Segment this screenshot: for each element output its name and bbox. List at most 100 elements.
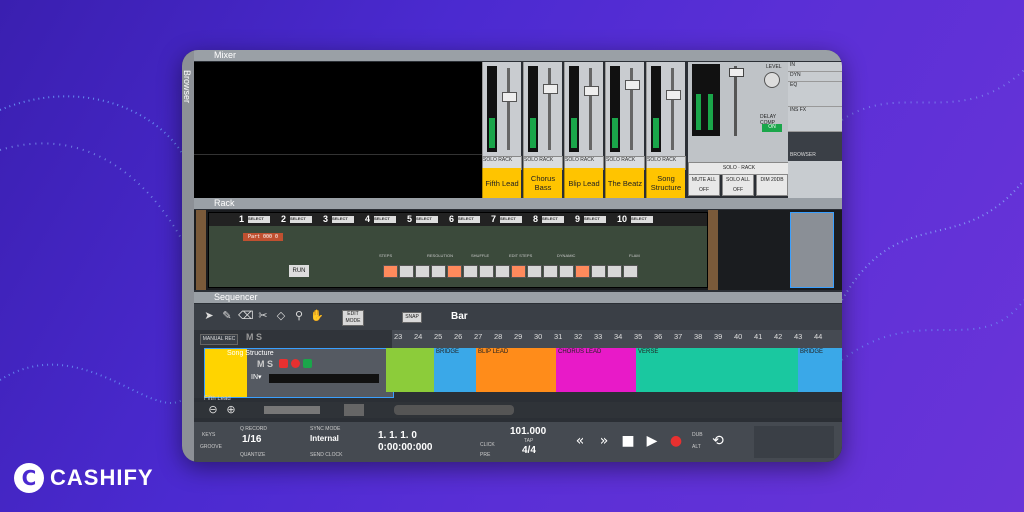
pattern-slot[interactable]: 2 SELECT: [281, 214, 323, 225]
pattern-slot[interactable]: 10 SELECT: [617, 214, 659, 225]
snap-button[interactable]: SNAP: [402, 312, 422, 323]
fast-forward-icon[interactable]: »: [594, 431, 614, 451]
step-button[interactable]: [383, 265, 398, 278]
step-button[interactable]: [447, 265, 462, 278]
click-button[interactable]: CLICK: [480, 442, 495, 448]
channel-label[interactable]: Song Structure: [646, 168, 685, 198]
edit-mode-button[interactable]: EDIT MODE: [342, 310, 364, 326]
groove-button[interactable]: GROOVE: [200, 444, 222, 450]
step-button[interactable]: [511, 265, 526, 278]
pattern-slot[interactable]: 4 SELECT: [365, 214, 407, 225]
q-record-button[interactable]: Q RECORD: [240, 426, 267, 432]
channel-strip[interactable]: [482, 62, 521, 156]
manual-rec-button[interactable]: MANUAL REC: [200, 334, 238, 345]
quantize-value[interactable]: 1/16: [242, 434, 261, 445]
channel-strip[interactable]: [605, 62, 644, 156]
fader-handle[interactable]: [625, 80, 640, 90]
dim-button[interactable]: DIM 20DB: [756, 174, 788, 196]
alt-button[interactable]: ALT: [692, 444, 701, 450]
master-ms[interactable]: M S: [246, 332, 262, 342]
channel-strip[interactable]: [564, 62, 603, 156]
track-mute-solo[interactable]: M S: [257, 359, 273, 369]
arrangement-clip[interactable]: [386, 348, 434, 392]
channel-label[interactable]: The Beatz: [605, 168, 644, 198]
step-button[interactable]: [623, 265, 638, 278]
fit-zoom-button[interactable]: [344, 404, 364, 416]
overview-scroll-thumb[interactable]: [394, 405, 514, 415]
step-button[interactable]: [591, 265, 606, 278]
arrangement-clip[interactable]: CHORUS LEAD: [556, 348, 636, 392]
sync-mode-select[interactable]: Internal: [310, 434, 339, 443]
select-arrow-icon[interactable]: ➤: [202, 309, 216, 323]
play-icon[interactable]: ▶: [642, 431, 662, 451]
zoom-in-icon[interactable]: ⊕: [224, 403, 238, 417]
arrangement-clip[interactable]: BLIP LEAD: [476, 348, 556, 392]
pattern-slot[interactable]: 6 SELECT: [449, 214, 491, 225]
browser-button[interactable]: BROWSER: [788, 152, 842, 161]
run-button[interactable]: RUN: [289, 265, 309, 277]
fx-eq[interactable]: EQ: [788, 82, 842, 107]
step-button[interactable]: [527, 265, 542, 278]
eraser-icon[interactable]: ⌫: [238, 309, 254, 323]
dub-button[interactable]: DUB: [692, 432, 703, 438]
level-knob[interactable]: [764, 72, 780, 88]
fader-handle[interactable]: [502, 92, 517, 102]
step-button[interactable]: [575, 265, 590, 278]
step-button[interactable]: [479, 265, 494, 278]
pre-button[interactable]: PRE: [480, 452, 490, 458]
rack-header[interactable]: Rack: [194, 198, 842, 209]
sequencer-header[interactable]: Sequencer: [194, 292, 842, 303]
browser-sidebar[interactable]: Browser: [182, 50, 194, 462]
fader-handle[interactable]: [666, 90, 681, 100]
arrangement-clip[interactable]: VERSE: [636, 348, 798, 392]
pattern-slot[interactable]: 3 SELECT: [323, 214, 365, 225]
channel-label[interactable]: Blip Lead: [564, 168, 603, 198]
sequencer-scrollbar[interactable]: ⊖ ⊕: [194, 402, 842, 418]
channel-label[interactable]: Chorus Bass: [523, 168, 562, 198]
tempo-display[interactable]: 101.000: [510, 426, 546, 437]
horizontal-zoom-slider[interactable]: [264, 406, 320, 414]
stop-icon[interactable]: ■: [618, 431, 638, 451]
master-fader[interactable]: [729, 68, 744, 77]
zoom-icon[interactable]: ⚲: [292, 309, 306, 323]
pattern-slot[interactable]: 5 SELECT: [407, 214, 449, 225]
step-button[interactable]: [431, 265, 446, 278]
time-signature[interactable]: 4/4: [522, 445, 536, 456]
channel-label[interactable]: Fifth Lead: [482, 168, 521, 198]
record-enable-icon[interactable]: [279, 359, 288, 368]
step-button[interactable]: [399, 265, 414, 278]
fx-dyn[interactable]: DYN: [788, 72, 842, 82]
solo-all-off-button[interactable]: SOLO ALL OFF: [722, 174, 754, 196]
channel-strip[interactable]: [523, 62, 562, 156]
hand-icon[interactable]: ✋: [310, 309, 324, 323]
track-song-structure[interactable]: Song Structure M S IN▾: [204, 348, 394, 398]
pattern-slot[interactable]: 8 SELECT: [533, 214, 575, 225]
song-time[interactable]: 0:00:00:000: [378, 442, 432, 453]
pattern-slot[interactable]: 7 SELECT: [491, 214, 533, 225]
rack-navigator[interactable]: [790, 212, 834, 288]
input-select[interactable]: IN▾: [251, 373, 262, 381]
fader-handle[interactable]: [584, 86, 599, 96]
pattern-slot[interactable]: 1 SELECT: [239, 214, 281, 225]
fx-in[interactable]: IN: [788, 62, 842, 72]
zoom-out-icon[interactable]: ⊖: [206, 403, 220, 417]
step-button[interactable]: [607, 265, 622, 278]
step-button[interactable]: [463, 265, 478, 278]
pencil-icon[interactable]: ✎: [220, 309, 234, 323]
redrum-device[interactable]: 1 SELECT 2 SELECT 3 SELECT 4 SELECT 5 SELECT …: [208, 212, 708, 288]
fx-ins[interactable]: INS FX: [788, 107, 842, 132]
arrangement-clip[interactable]: BRIDGE: [434, 348, 476, 392]
tap-button[interactable]: TAP: [524, 438, 533, 444]
pattern-slot[interactable]: 9 SELECT: [575, 214, 617, 225]
mute-tool-icon[interactable]: ◇: [274, 309, 288, 323]
send-clock-button[interactable]: SEND CLOCK: [310, 452, 343, 458]
timeline-ruler[interactable]: 23 24 25 26 27 28 29 30 31 32 33 34 35 3…: [392, 330, 842, 348]
loop-icon[interactable]: ⟲: [708, 431, 728, 451]
record-icon[interactable]: [291, 359, 300, 368]
fader-handle[interactable]: [543, 84, 558, 94]
step-button[interactable]: [495, 265, 510, 278]
delay-comp-on[interactable]: ON: [762, 124, 782, 132]
mixer-header[interactable]: Mixer: [194, 50, 842, 61]
song-position[interactable]: 1. 1. 1. 0: [378, 430, 417, 441]
snap-value-select[interactable]: Bar: [451, 311, 468, 322]
